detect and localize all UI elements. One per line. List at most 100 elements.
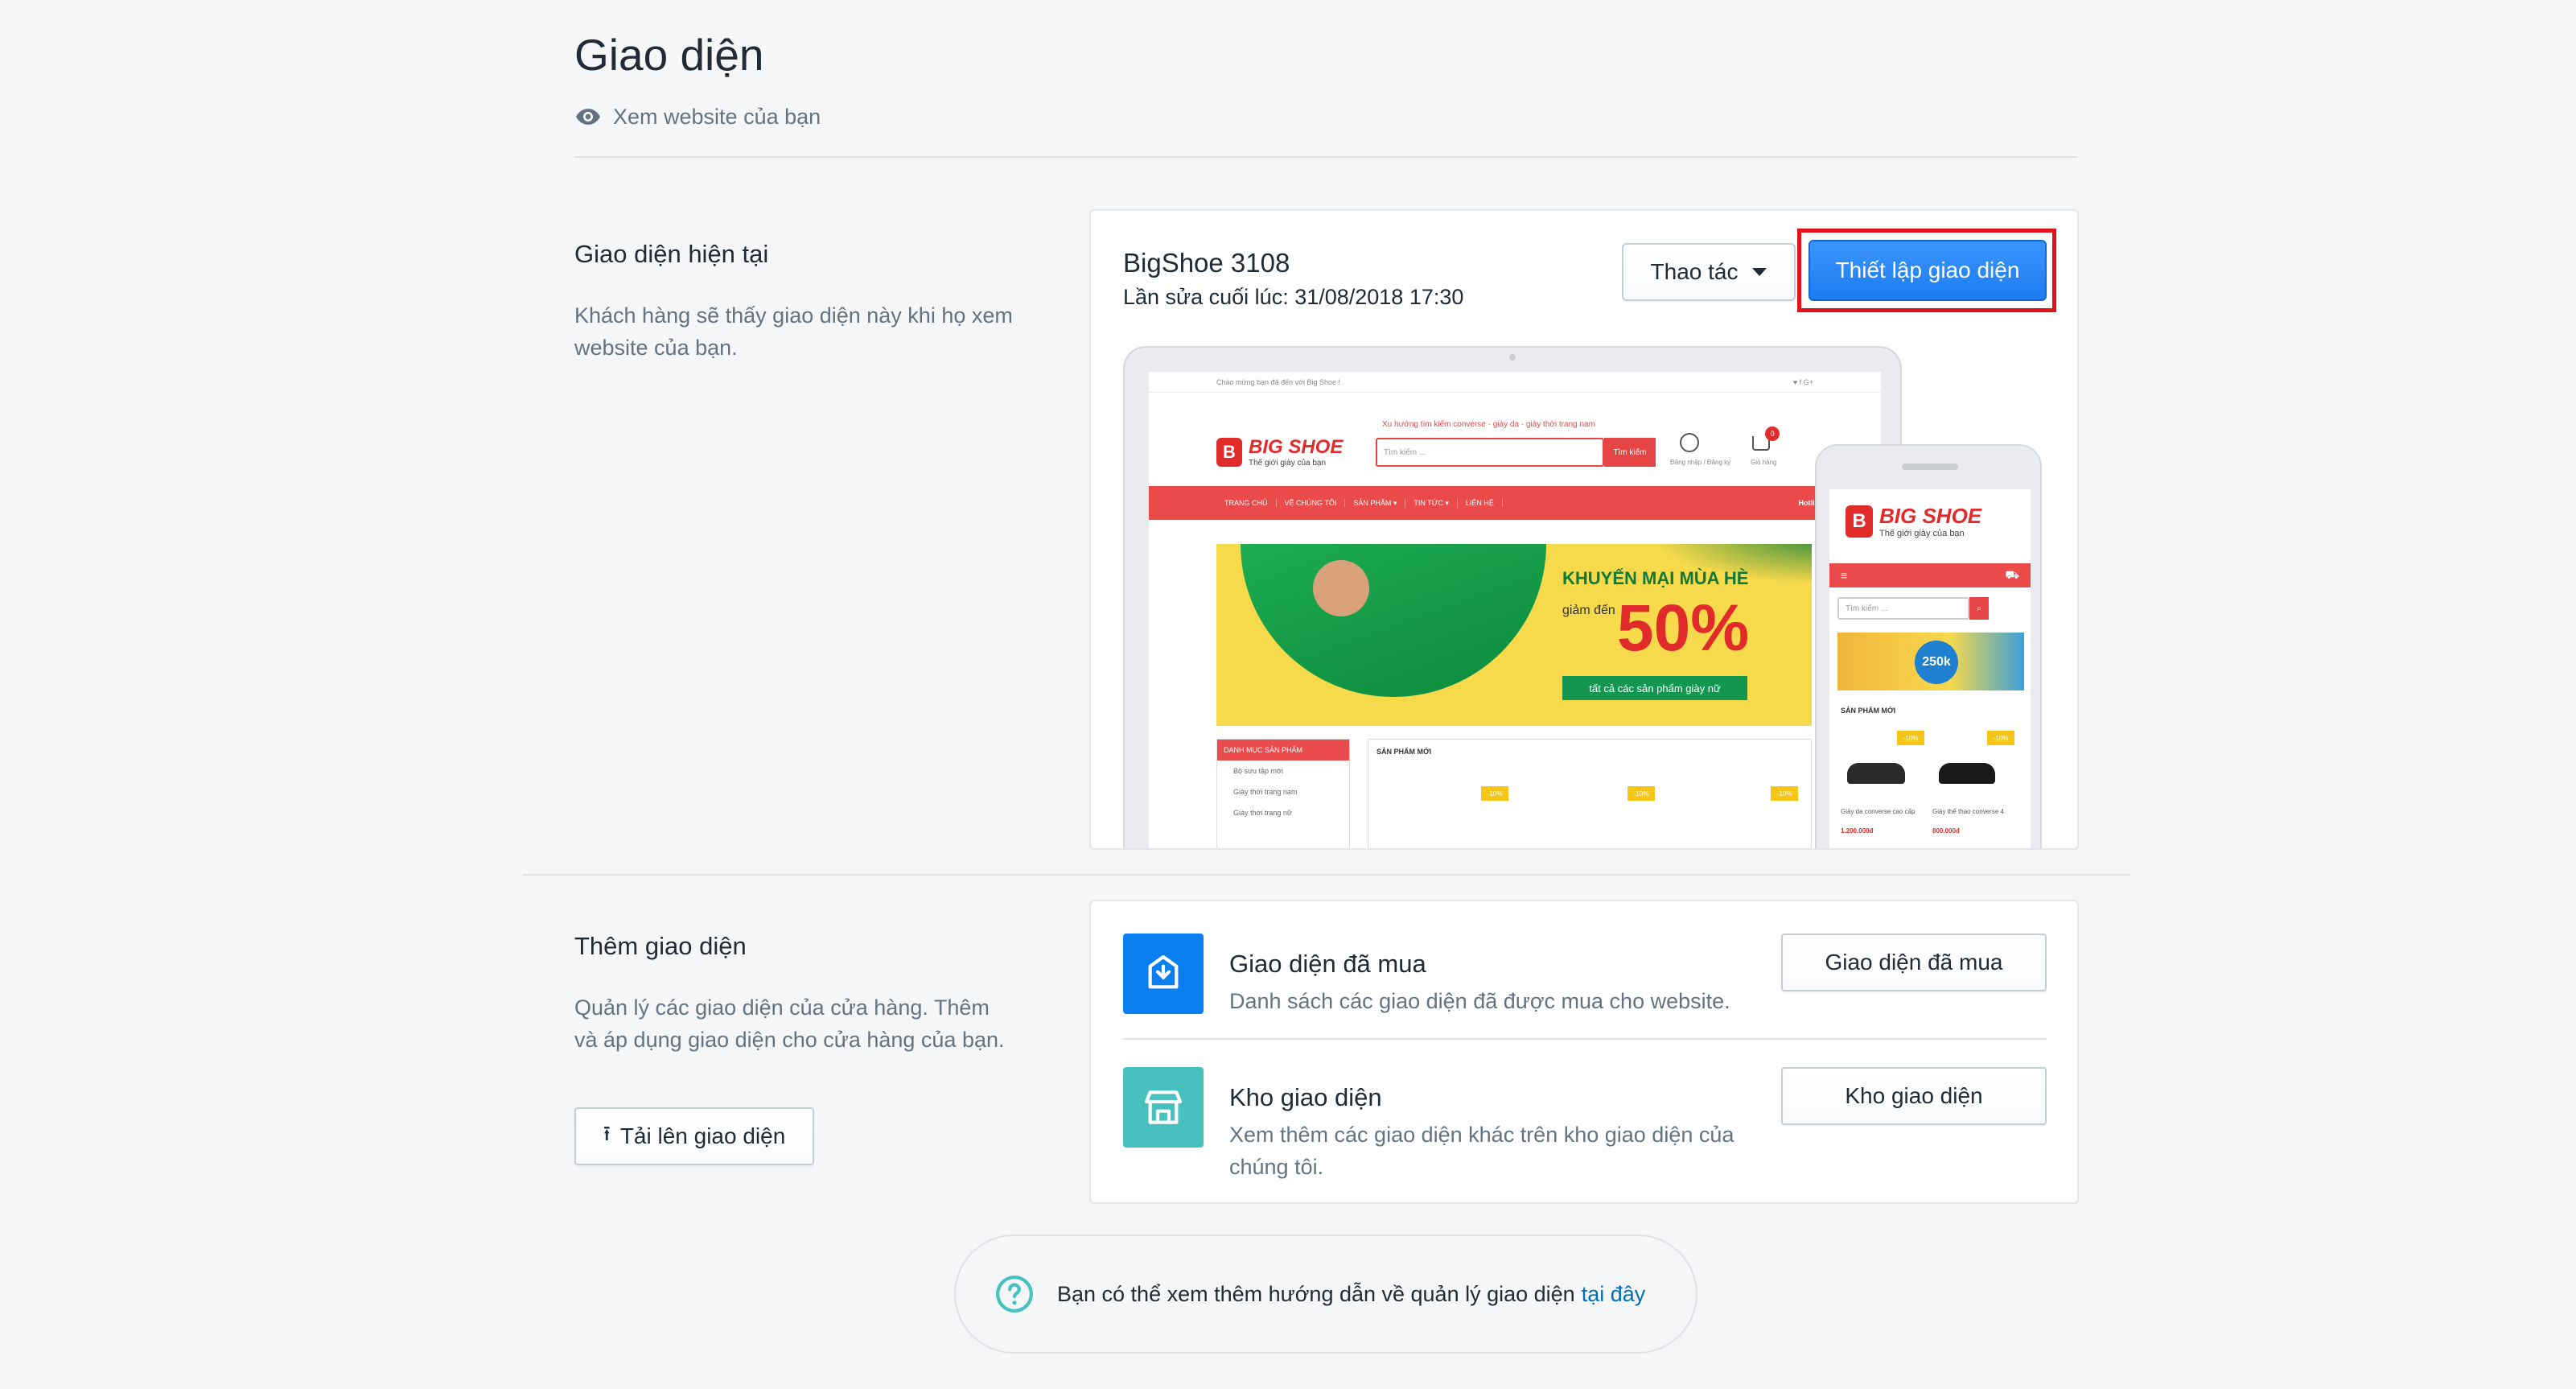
mobile-logo-tagline: Thế giới giày của bạn [1879,529,1965,538]
add-theme-description: Quản lý các giao diện của cửa hàng. Thêm… [574,995,1005,1052]
upload-theme-label: Tải lên giao diện [619,1123,786,1148]
social-icons: ♥ f G+ [1792,378,1813,386]
view-website-link[interactable]: Xem website của bạn [574,103,821,130]
preview-cart-label: Giỏ hàng [1751,459,1777,466]
logo-mark-icon: B [1846,505,1873,538]
sale-badge: -10% [1987,731,2014,745]
view-website-label: Xem website của bạn [613,104,821,129]
mobile-product-price: 1.200.000đ [1841,827,1874,835]
eye-icon [576,109,600,125]
preview-banner: KHUYẾN MẠI MÙA HÈ giảm đến 50% tất cả cá… [1216,544,1812,726]
preview-logo-text: BIG SHOE [1249,436,1344,458]
upload-theme-button[interactable]: ⭱ Tải lên giao diện [574,1107,814,1165]
preview-category-box: DANH MỤC SẢN PHẨM Bộ sưu tập mới Giày th… [1216,739,1350,848]
banner-tag: tất cả các sản phẩm giày nữ [1562,676,1747,700]
preview-nav-item: TRANG CHỦ [1216,499,1277,507]
sale-badge: -10% [1771,786,1798,801]
help-banner: Bạn có thể xem thêm hướng dẫn về quản lý… [954,1234,1697,1354]
preview-logo: B BIG SHOE Thế giới giày của bạn [1216,436,1343,468]
preview-new-products: SẢN PHẨM MỚI -10% -10% -10% [1368,739,1812,848]
banner-subtitle: giảm đến [1562,604,1615,617]
mobile-preview: B BIG SHOE Thế giới giày của bạn ≡ ⛟ Tìm… [1815,444,2042,848]
preview-nav-item: SẢN PHẨM ▾ [1345,498,1406,508]
purchased-themes-row: Giao diện đã mua Danh sách các giao diện… [1123,934,2047,1030]
preview-search: Tìm kiếm ... [1376,438,1604,467]
theme-store-icon [1123,1067,1204,1148]
menu-icon: ≡ [1841,569,1848,582]
cart-count: 0 [1765,427,1780,441]
preview-topbar: Chào mừng bạn đã đến với Big Shoe ! ♥ f … [1149,372,1881,393]
add-theme-title: Thêm giao diện [574,932,747,960]
divider [523,874,2130,876]
preview-login: Đăng nhập / Đăng ký [1670,459,1731,466]
preview-trending: Xu hướng tìm kiếm converse · giày da · g… [1382,420,1595,429]
mobile-preview-screen: B BIG SHOE Thế giới giày của bạn ≡ ⛟ Tìm… [1829,489,2031,848]
logo-mark-icon: B [1216,437,1242,467]
current-theme-card: BigShoe 3108 Lần sửa cuối lúc: 31/08/201… [1089,209,2079,850]
phone-speaker [1902,464,1958,470]
mobile-banner: 250k [1837,633,2024,690]
mobile-new-products-title: SẢN PHẨM MỚI [1841,707,1896,715]
store-icon [1144,1090,1183,1124]
preview-category-item: Giày thời trang nữ [1233,809,1292,817]
current-theme-title: Giao diện hiện tại [574,240,769,268]
mobile-product-name: Giày da converse cao cấp [1841,808,1916,815]
purchased-themes-description: Danh sách các giao diện đã được mua cho … [1229,989,1730,1013]
user-icon [1680,433,1699,452]
preview-category-item: Giày thời trang nam [1233,788,1298,796]
divider [574,156,2077,158]
customize-theme-button[interactable]: Thiết lập giao diện [1809,240,2047,301]
theme-store-button[interactable]: Kho giao diện [1781,1067,2047,1125]
purchased-themes-title: Giao diện đã mua [1229,950,1426,978]
preview-new-products-title: SẢN PHẨM MỚI [1376,748,1432,756]
mobile-promo-badge: 250k [1915,641,1958,684]
preview-welcome: Chào mừng bạn đã đến với Big Shoe ! [1216,378,1341,386]
theme-name: BigShoe 3108 [1123,248,1290,278]
preview-logo-tagline: Thế giới giày của bạn [1249,459,1327,468]
divider [1123,1038,2047,1040]
hammock-shape [1241,544,1546,697]
desktop-preview-screen: Chào mừng bạn đã đến với Big Shoe ! ♥ f … [1149,372,1881,848]
upload-icon: ⭱ [603,1121,611,1145]
model-figure [1313,560,1369,616]
current-theme-description: Khách hàng sẽ thấy giao diện này khi họ … [574,303,1013,360]
page-title: Giao diện [574,30,764,80]
sale-badge: -10% [1627,786,1655,801]
caret-down-icon [1752,268,1767,276]
mobile-logo-text: BIG SHOE [1879,504,1982,528]
preview-nav-item: VỀ CHÚNG TÔI [1277,499,1346,507]
question-circle-icon [996,1276,1033,1313]
mobile-search: Tìm kiếm ... [1837,597,1969,620]
help-text: Bạn có thể xem thêm hướng dẫn về quản lý… [1057,1281,1575,1306]
theme-last-edited: Lần sửa cuối lúc: 31/08/2018 17:30 [1123,285,1464,309]
preview-search-button: Tìm kiếm [1604,438,1656,467]
sale-badge: -10% [1481,786,1508,801]
sale-badge: -10% [1897,731,1924,745]
theme-store-title: Kho giao diện [1229,1083,1382,1111]
shoe-image [1847,763,1905,784]
shopping-bag-icon [1148,954,1179,989]
preview-nav-item: TIN TỨC ▾ [1405,498,1458,508]
preview-nav-item: LIÊN HỆ [1458,499,1503,507]
mobile-search-button: ⌕ [1969,597,1989,620]
purchased-themes-button[interactable]: Giao diện đã mua [1781,934,2047,991]
preview-category-item: Bộ sưu tập mới [1233,767,1283,775]
camera-dot [1509,354,1516,361]
banner-title: KHUYẾN MẠI MÙA HÈ [1562,568,1749,588]
mobile-logo: B BIG SHOE Thế giới giày của bạn [1846,504,1981,538]
help-link[interactable]: tại đây [1582,1282,1646,1307]
mobile-product-price: 800.000đ [1932,827,1960,835]
theme-store-row: Kho giao diện Xem thêm các giao diện khá… [1123,1067,2047,1180]
desktop-preview: Chào mừng bạn đã đến với Big Shoe ! ♥ f … [1123,346,1902,848]
mobile-navbar: ≡ ⛟ [1829,563,2031,587]
actions-label: Thao tác [1650,259,1739,284]
cart-icon: ⛟ [2005,567,2019,581]
preview-category-title: DANH MỤC SẢN PHẨM [1217,740,1349,760]
mobile-product-name: Giày thể thao converse 4 [1932,808,2004,815]
banner-percent: 50% [1617,591,1750,665]
shoe-image [1939,763,1995,784]
purchased-themes-icon [1123,934,1204,1014]
add-theme-card: Giao diện đã mua Danh sách các giao diện… [1089,900,2079,1204]
preview-navbar: TRANG CHỦ VỀ CHÚNG TÔI SẢN PHẨM ▾ TIN TỨ… [1149,486,1881,520]
actions-dropdown-button[interactable]: Thao tác [1622,243,1796,301]
